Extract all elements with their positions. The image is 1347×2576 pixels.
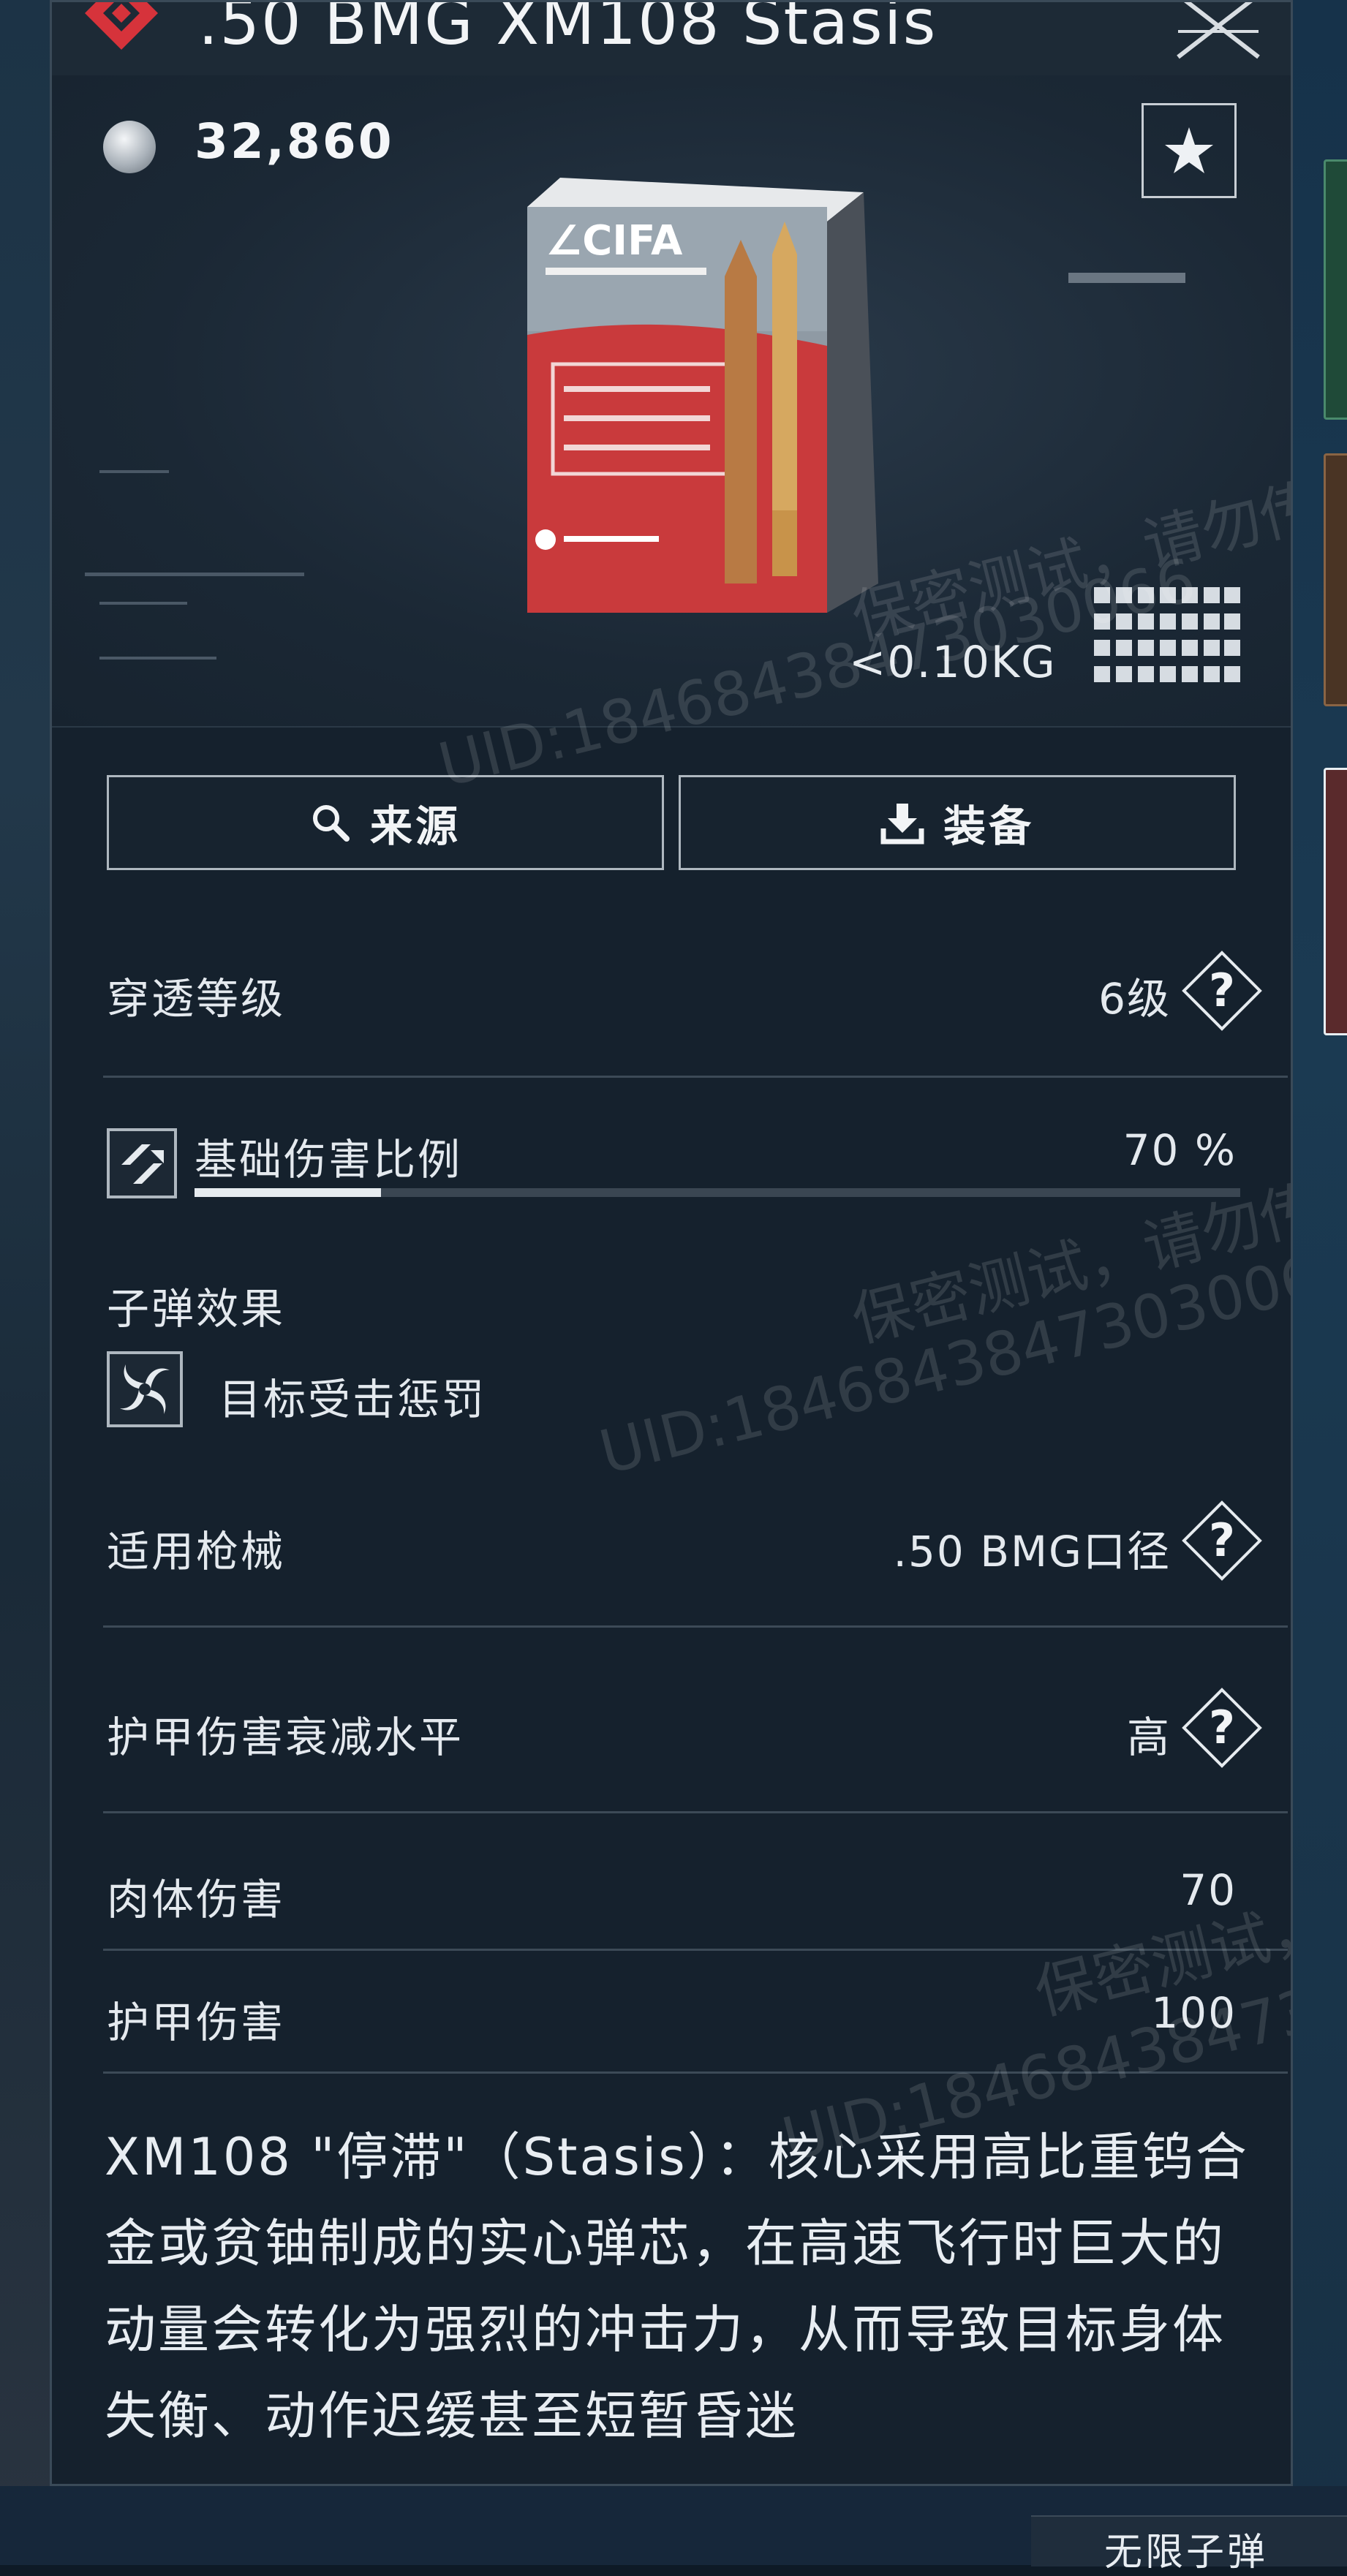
base-damage-bar <box>195 1188 1240 1197</box>
armor-decay-label: 护甲伤害衰减水平 <box>107 1712 464 1762</box>
hud-line <box>85 573 304 576</box>
watermark-text: 保密测试，请勿传播 <box>845 1157 1293 1356</box>
side-card-red[interactable] <box>1324 768 1347 1035</box>
svg-text:?: ? <box>1209 1514 1235 1567</box>
base-damage-label: 基础伤害比例 <box>195 1135 463 1185</box>
ammo-box-image: ∠CIFA <box>527 178 878 613</box>
armor-damage-value: 100 <box>1151 1988 1237 2038</box>
hud-line <box>99 470 169 473</box>
equip-button[interactable]: 装备 <box>679 775 1236 870</box>
flesh-damage-label: 肉体伤害 <box>107 1875 286 1925</box>
grid-icon <box>1094 587 1240 682</box>
star-icon <box>1165 127 1213 173</box>
flesh-damage-value: 70 <box>1180 1865 1237 1915</box>
bullet-effect-name: 目标受击惩罚 <box>219 1375 487 1424</box>
watermark-uid: UID:18468438473030066 <box>593 1233 1293 1489</box>
hud-line <box>99 657 216 660</box>
divider <box>103 2071 1288 2074</box>
favorite-button[interactable] <box>1142 103 1237 198</box>
armor-damage-label: 护甲伤害 <box>107 1998 286 2047</box>
base-damage-bar-fill <box>195 1188 382 1197</box>
diamond-logo-icon <box>85 2 158 50</box>
svg-text:?: ? <box>1209 964 1235 1017</box>
damage-icon <box>107 1128 177 1198</box>
side-card-green[interactable] <box>1324 159 1347 420</box>
background-left <box>0 0 51 2565</box>
side-card-brown[interactable] <box>1324 453 1347 706</box>
weapon-value: .50 BMG口径 <box>893 1527 1171 1576</box>
base-damage-value: 70 % <box>1122 1125 1237 1175</box>
title-bar: .50 BMG XM108 Stasis <box>52 0 1291 77</box>
divider <box>103 1625 1288 1628</box>
hud-line <box>1068 273 1185 283</box>
divider <box>103 1076 1288 1078</box>
equip-button-label: 装备 <box>943 801 1034 851</box>
weapon-label: 适用枪械 <box>107 1527 286 1576</box>
question-icon[interactable]: ? <box>1182 1500 1262 1581</box>
question-icon[interactable]: ? <box>1182 951 1262 1031</box>
coin-icon <box>103 121 156 173</box>
item-title: .50 BMG XM108 Stasis <box>198 0 937 59</box>
penetration-label: 穿透等级 <box>107 974 286 1024</box>
search-icon <box>312 805 350 842</box>
source-button-label: 来源 <box>369 801 461 851</box>
divider <box>103 1811 1288 1813</box>
download-icon <box>880 804 924 845</box>
armor-decay-value: 高 <box>1126 1712 1171 1762</box>
penetration-value: 6级 <box>1098 974 1171 1024</box>
item-detail-panel: .50 BMG XM108 Stasis 32,860 ∠CIFA <0.10K… <box>50 0 1293 2486</box>
item-preview: 32,860 ∠CIFA <0.10KG <box>52 75 1291 728</box>
svg-text:∠CIFA: ∠CIFA <box>546 217 683 265</box>
close-icon[interactable] <box>1171 0 1266 61</box>
item-description: XM108 "停滞"（Stasis）：核心采用高比重钨合金或贫铀制成的实心弹芯，… <box>105 2127 1249 2446</box>
hud-line <box>99 602 187 605</box>
svg-text:?: ? <box>1209 1701 1235 1754</box>
spiral-icon <box>107 1351 183 1427</box>
question-icon[interactable]: ? <box>1182 1688 1262 1768</box>
source-button[interactable]: 来源 <box>107 775 664 870</box>
bullet-effect-label: 子弹效果 <box>107 1284 286 1334</box>
item-weight: <0.10KG <box>849 637 1057 688</box>
bottom-tab[interactable]: 无限子弹 <box>1031 2515 1347 2575</box>
bottom-tab-label: 无限子弹 <box>1104 2531 1269 2575</box>
item-price: 32,860 <box>195 113 394 170</box>
divider <box>103 1949 1288 1951</box>
